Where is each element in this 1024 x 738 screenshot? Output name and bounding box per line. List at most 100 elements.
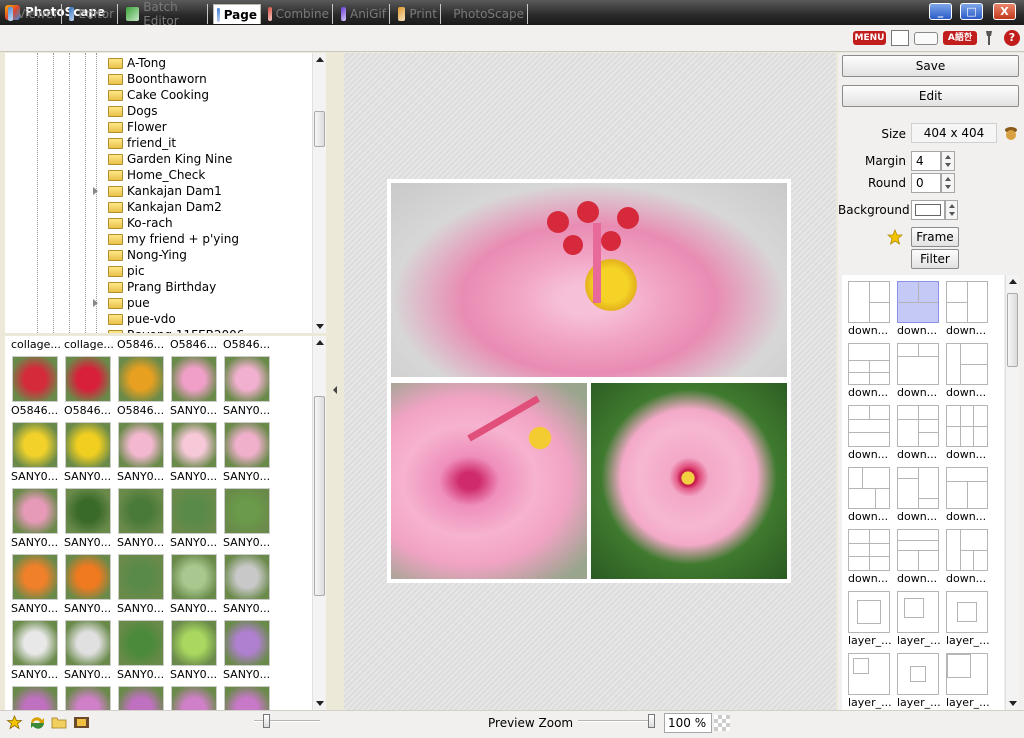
layout-scroll-thumb[interactable] <box>1007 293 1018 367</box>
tab-photoscape[interactable]: PhotoScape <box>446 4 528 24</box>
thumbnail[interactable]: SANY0... <box>170 620 222 686</box>
frame-button[interactable]: Frame <box>911 227 959 247</box>
preview-zoom-slider-thumb[interactable] <box>648 714 655 728</box>
layout-template[interactable]: down... <box>942 461 988 523</box>
thumbnail[interactable]: SANY0... <box>64 554 116 620</box>
thumbnail[interactable]: SANY0... <box>11 488 63 554</box>
expand-arrow-icon[interactable] <box>93 299 98 307</box>
layout-template[interactable]: down... <box>893 337 939 399</box>
folder-item[interactable]: pic <box>108 263 145 279</box>
scroll-up-icon[interactable] <box>316 340 324 345</box>
folder-item[interactable]: my friend + p'ying <box>108 231 239 247</box>
slideshow-icon[interactable] <box>73 715 90 730</box>
thumbnail[interactable] <box>117 686 169 710</box>
window-mode-icon[interactable] <box>914 32 938 45</box>
copy-icon[interactable] <box>891 30 909 46</box>
thumbnail[interactable] <box>11 686 63 710</box>
tab-page[interactable]: Page <box>213 4 261 24</box>
thumbnail[interactable]: SANY0... <box>64 422 116 488</box>
layout-template[interactable]: down... <box>844 399 890 461</box>
tree-scroll-thumb[interactable] <box>314 111 325 147</box>
acorn-icon[interactable] <box>1004 125 1018 141</box>
thumbnail[interactable]: SANY0... <box>11 554 63 620</box>
thumbnail[interactable] <box>223 686 275 710</box>
settings-tool-icon[interactable] <box>983 30 995 46</box>
thumbnail[interactable]: SANY0... <box>223 356 275 422</box>
page-canvas[interactable] <box>387 179 791 583</box>
layout-template[interactable]: down... <box>893 399 939 461</box>
thumbnail[interactable]: SANY0... <box>117 422 169 488</box>
folder-item[interactable]: Cake Cooking <box>108 87 209 103</box>
thumbnail[interactable] <box>64 686 116 710</box>
tab-combine[interactable]: Combine <box>265 4 333 24</box>
margin-stepper[interactable] <box>941 151 955 171</box>
folder-item[interactable]: Garden King Nine <box>108 151 232 167</box>
thumbnail-scrollbar[interactable] <box>312 336 326 710</box>
preview-zoom-slider[interactable] <box>578 720 654 722</box>
expand-arrow-icon[interactable] <box>93 187 98 195</box>
layout-template[interactable]: down... <box>844 461 890 523</box>
layout-template[interactable]: down... <box>844 523 890 585</box>
thumbnail[interactable]: SANY0... <box>223 620 275 686</box>
thumbnail[interactable]: O5846... <box>11 356 63 422</box>
help-icon[interactable]: ? <box>1004 30 1020 46</box>
scroll-down-icon[interactable] <box>316 324 324 329</box>
folder-item[interactable]: Home_Check <box>108 167 205 183</box>
margin-input[interactable]: 4 <box>911 151 941 171</box>
layout-template[interactable]: layer_... <box>893 647 941 709</box>
folder-item[interactable]: Dogs <box>108 103 157 119</box>
folder-item[interactable]: Rayong 11FEB2006 <box>108 327 244 333</box>
thumbnail[interactable]: SANY0... <box>64 620 116 686</box>
tab-editor[interactable]: Editor <box>66 4 118 24</box>
folder-item[interactable]: Kankajan Dam2 <box>108 199 222 215</box>
tab-viewer[interactable]: Viewer <box>5 4 62 24</box>
thumbnail-scroll-thumb[interactable] <box>314 396 325 596</box>
favorite-star-icon[interactable] <box>6 715 23 730</box>
layout-template[interactable]: layer_... <box>942 647 990 709</box>
thumbnail[interactable]: SANY0... <box>64 488 116 554</box>
thumbnail[interactable]: SANY0... <box>223 488 275 554</box>
tree-scrollbar[interactable] <box>312 53 326 333</box>
layout-template[interactable]: down... <box>844 275 890 337</box>
round-input[interactable]: 0 <box>911 173 941 193</box>
thumbnail[interactable]: SANY0... <box>170 554 222 620</box>
scroll-up-icon[interactable] <box>1009 279 1017 284</box>
layout-template[interactable]: layer_... <box>942 585 990 647</box>
layout-template[interactable]: down... <box>893 275 939 337</box>
photo-slot-2[interactable] <box>391 383 587 579</box>
edit-button[interactable]: Edit <box>842 85 1019 107</box>
refresh-icon[interactable] <box>29 715 46 730</box>
thumbnail[interactable]: SANY0... <box>11 620 63 686</box>
folder-item[interactable]: Boonthaworn <box>108 71 207 87</box>
star-icon[interactable] <box>886 228 904 245</box>
zoom-value[interactable]: 100 % <box>664 713 712 733</box>
layout-scrollbar[interactable] <box>1005 275 1019 710</box>
scroll-down-icon[interactable] <box>316 701 324 706</box>
folder-item[interactable]: Kankajan Dam1 <box>108 183 222 199</box>
folder-item[interactable]: Flower <box>108 119 167 135</box>
thumbnail[interactable]: SANY0... <box>117 488 169 554</box>
tab-print[interactable]: Print <box>395 4 441 24</box>
layout-template[interactable]: down... <box>942 337 988 399</box>
layout-template[interactable]: down... <box>942 399 988 461</box>
layout-template[interactable]: down... <box>942 523 988 585</box>
save-button[interactable]: Save <box>842 55 1019 77</box>
layout-template[interactable]: down... <box>942 275 988 337</box>
background-dropdown-icon[interactable] <box>945 200 958 220</box>
layout-template[interactable]: layer_... <box>844 647 892 709</box>
layout-template[interactable]: layer_... <box>893 585 941 647</box>
thumbnail-size-slider-thumb[interactable] <box>263 714 270 728</box>
open-folder-icon[interactable] <box>51 715 68 730</box>
minimize-button[interactable]: _ <box>929 3 952 20</box>
tab-batch-editor[interactable]: Batch Editor <box>123 0 208 28</box>
round-stepper[interactable] <box>941 173 955 193</box>
folder-item[interactable]: pue <box>108 295 150 311</box>
thumbnail[interactable]: SANY0... <box>223 554 275 620</box>
scroll-down-icon[interactable] <box>1009 701 1017 706</box>
folder-item[interactable]: pue-vdo <box>108 311 176 327</box>
transparency-grid-icon[interactable] <box>714 715 730 731</box>
folder-item[interactable]: A-Tong <box>108 55 166 71</box>
thumbnail[interactable]: SANY0... <box>170 488 222 554</box>
photo-slot-1[interactable] <box>391 183 787 377</box>
thumbnail[interactable]: SANY0... <box>223 422 275 488</box>
